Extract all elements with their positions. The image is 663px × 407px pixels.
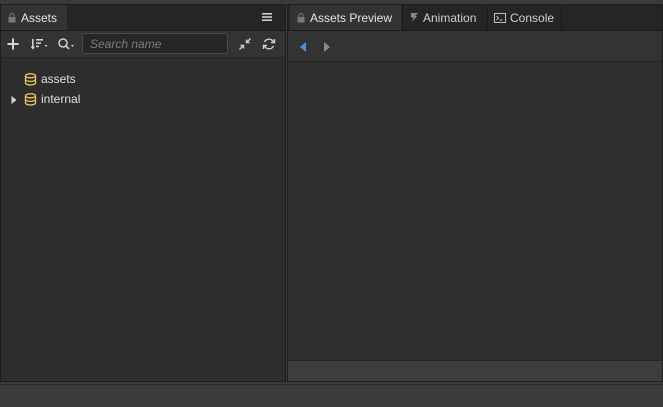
tree-item-label: assets	[41, 72, 76, 86]
tab-label: Assets Preview	[310, 10, 393, 25]
collapse-icon[interactable]	[237, 36, 253, 52]
assets-tabbar: Assets	[1, 5, 285, 31]
tree-item-assets[interactable]: assets	[1, 69, 285, 89]
assets-panel: Assets assets	[0, 4, 286, 382]
tab-animation[interactable]: Animation	[402, 5, 487, 30]
lock-icon	[7, 12, 17, 24]
hamburger-menu-icon[interactable]	[261, 11, 273, 23]
expand-arrow-icon[interactable]	[10, 94, 18, 104]
back-arrow-icon[interactable]	[298, 41, 308, 53]
tab-assets-label: Assets	[21, 10, 58, 25]
status-bar	[0, 384, 663, 407]
preview-tabbar: Assets Preview Animation Console	[288, 5, 662, 31]
preview-area	[288, 62, 662, 361]
animation-icon	[409, 12, 419, 24]
tab-assets[interactable]: Assets	[1, 5, 67, 30]
tab-label: Console	[510, 10, 555, 25]
search-filter-icon[interactable]	[57, 36, 77, 52]
search-input[interactable]	[82, 33, 228, 54]
lock-icon	[296, 12, 306, 24]
database-icon	[24, 92, 37, 106]
database-icon	[24, 72, 37, 86]
preview-toolbar	[288, 31, 662, 62]
tab-console[interactable]: Console	[487, 5, 562, 30]
console-icon	[494, 12, 506, 24]
preview-footer	[288, 360, 662, 381]
sort-icon[interactable]	[30, 36, 50, 52]
tree-item-internal[interactable]: internal	[1, 89, 285, 109]
refresh-icon[interactable]	[261, 36, 277, 52]
forward-arrow-icon[interactable]	[322, 41, 332, 53]
tab-label: Animation	[423, 10, 477, 25]
tab-assets-preview[interactable]: Assets Preview	[290, 5, 401, 30]
plus-icon[interactable]	[5, 36, 21, 52]
tree-item-label: internal	[41, 92, 81, 106]
preview-panel: Assets Preview Animation Console	[287, 4, 663, 382]
